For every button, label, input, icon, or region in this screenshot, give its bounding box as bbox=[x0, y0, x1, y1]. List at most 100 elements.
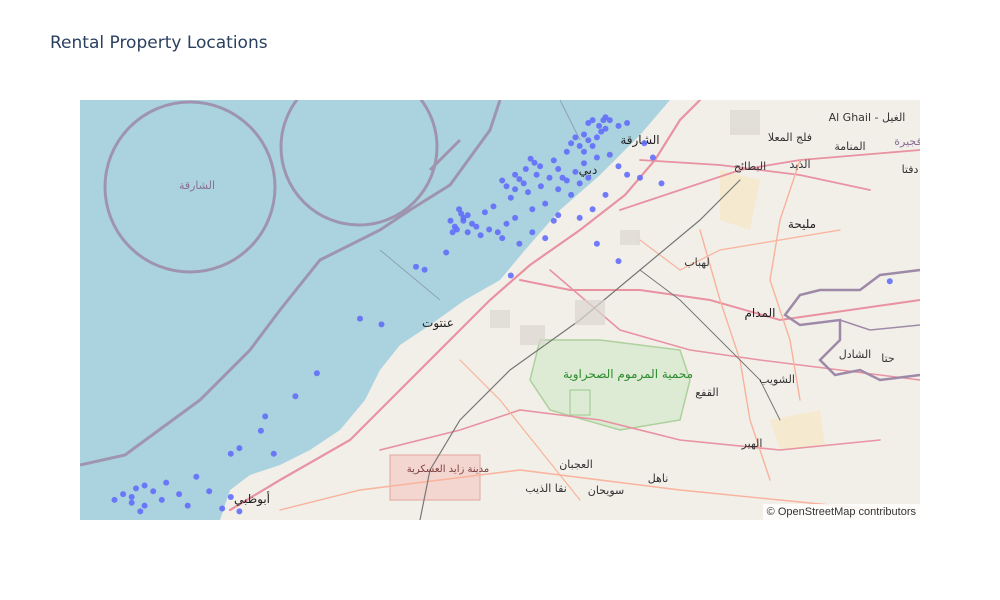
property-marker[interactable] bbox=[568, 140, 575, 147]
property-marker[interactable] bbox=[520, 180, 527, 187]
property-marker[interactable] bbox=[512, 186, 519, 193]
property-marker[interactable] bbox=[596, 122, 603, 129]
property-marker[interactable] bbox=[516, 176, 523, 183]
property-marker[interactable] bbox=[481, 209, 488, 216]
map-attribution[interactable]: © OpenStreetMap contributors bbox=[762, 504, 920, 520]
property-marker[interactable] bbox=[486, 226, 493, 233]
property-marker[interactable] bbox=[572, 134, 579, 141]
property-marker[interactable] bbox=[581, 131, 587, 138]
property-marker[interactable] bbox=[516, 240, 523, 247]
property-marker[interactable] bbox=[512, 214, 519, 221]
property-marker[interactable] bbox=[542, 235, 549, 242]
property-marker[interactable] bbox=[581, 148, 587, 155]
property-marker[interactable] bbox=[529, 206, 536, 213]
property-marker[interactable] bbox=[537, 183, 544, 190]
property-marker[interactable] bbox=[615, 163, 622, 170]
property-marker[interactable] bbox=[262, 413, 269, 420]
property-marker[interactable] bbox=[473, 223, 480, 230]
property-marker[interactable] bbox=[649, 154, 656, 161]
property-marker[interactable] bbox=[111, 496, 118, 503]
property-marker[interactable] bbox=[141, 502, 148, 509]
property-marker[interactable] bbox=[236, 445, 243, 452]
property-marker[interactable] bbox=[494, 229, 501, 236]
property-marker[interactable] bbox=[141, 482, 148, 489]
property-marker[interactable] bbox=[602, 191, 609, 198]
property-marker[interactable] bbox=[559, 174, 566, 181]
property-marker[interactable] bbox=[637, 174, 643, 181]
property-marker[interactable] bbox=[615, 258, 622, 265]
property-marker[interactable] bbox=[593, 134, 600, 141]
property-marker[interactable] bbox=[606, 117, 613, 124]
property-marker[interactable] bbox=[227, 494, 234, 500]
property-marker[interactable] bbox=[163, 479, 170, 486]
property-marker[interactable] bbox=[533, 171, 540, 178]
property-marker[interactable] bbox=[525, 189, 531, 196]
map-canvas[interactable]: الشارقة Al Ghail - الغيل فلج المعلا المن… bbox=[80, 100, 920, 520]
property-marker[interactable] bbox=[522, 166, 529, 172]
property-marker[interactable] bbox=[641, 140, 648, 147]
property-marker[interactable] bbox=[477, 232, 484, 239]
property-marker[interactable] bbox=[624, 120, 631, 126]
property-marker[interactable] bbox=[658, 180, 665, 187]
property-marker[interactable] bbox=[615, 122, 622, 129]
property-marker[interactable] bbox=[499, 177, 506, 184]
property-marker[interactable] bbox=[555, 212, 562, 219]
property-marker[interactable] bbox=[555, 186, 562, 193]
property-marker[interactable] bbox=[624, 171, 631, 178]
property-marker[interactable] bbox=[589, 117, 596, 124]
property-marker[interactable] bbox=[176, 491, 183, 498]
property-marker[interactable] bbox=[576, 180, 583, 187]
property-marker[interactable] bbox=[357, 315, 363, 322]
property-marker[interactable] bbox=[542, 200, 549, 207]
property-marker[interactable] bbox=[133, 485, 139, 492]
property-marker[interactable] bbox=[585, 174, 592, 181]
property-marker[interactable] bbox=[529, 229, 536, 236]
property-marker[interactable] bbox=[512, 171, 519, 178]
property-marker[interactable] bbox=[593, 240, 600, 247]
property-marker[interactable] bbox=[499, 235, 506, 242]
property-marker[interactable] bbox=[184, 502, 191, 509]
property-marker[interactable] bbox=[546, 174, 553, 181]
property-marker[interactable] bbox=[236, 508, 243, 515]
map-view[interactable]: الشارقة Al Ghail - الغيل فلج المعلا المن… bbox=[80, 100, 920, 520]
property-marker[interactable] bbox=[503, 220, 510, 227]
property-marker[interactable] bbox=[150, 488, 157, 495]
property-marker[interactable] bbox=[555, 166, 562, 172]
property-marker[interactable] bbox=[270, 450, 277, 457]
property-marker[interactable] bbox=[585, 137, 592, 144]
property-marker[interactable] bbox=[507, 272, 514, 279]
property-marker[interactable] bbox=[563, 148, 570, 155]
property-marker[interactable] bbox=[206, 488, 213, 495]
property-marker[interactable] bbox=[257, 427, 264, 434]
property-marker[interactable] bbox=[292, 393, 299, 400]
property-marker[interactable] bbox=[120, 491, 127, 498]
property-marker[interactable] bbox=[313, 370, 320, 377]
property-marker[interactable] bbox=[128, 494, 135, 500]
property-marker[interactable] bbox=[219, 505, 226, 512]
property-marker[interactable] bbox=[421, 266, 428, 273]
property-marker[interactable] bbox=[606, 151, 613, 158]
property-marker[interactable] bbox=[602, 125, 609, 132]
property-marker[interactable] bbox=[378, 321, 385, 328]
property-marker[interactable] bbox=[447, 217, 454, 224]
property-marker[interactable] bbox=[568, 191, 575, 198]
property-marker[interactable] bbox=[443, 249, 450, 256]
property-marker[interactable] bbox=[593, 154, 600, 161]
property-marker[interactable] bbox=[460, 217, 467, 224]
property-marker[interactable] bbox=[550, 217, 557, 224]
property-marker[interactable] bbox=[589, 206, 596, 213]
property-marker[interactable] bbox=[158, 496, 165, 503]
property-marker[interactable] bbox=[886, 278, 893, 285]
property-marker[interactable] bbox=[576, 143, 583, 149]
property-marker[interactable] bbox=[507, 194, 514, 201]
property-marker[interactable] bbox=[576, 214, 583, 221]
property-marker[interactable] bbox=[137, 508, 144, 515]
property-marker[interactable] bbox=[464, 229, 471, 236]
property-marker[interactable] bbox=[550, 157, 557, 164]
property-marker[interactable] bbox=[503, 183, 510, 190]
property-marker[interactable] bbox=[572, 168, 579, 175]
property-marker[interactable] bbox=[537, 163, 544, 170]
property-marker[interactable] bbox=[456, 206, 463, 213]
property-marker[interactable] bbox=[413, 263, 419, 270]
property-marker[interactable] bbox=[490, 203, 497, 210]
